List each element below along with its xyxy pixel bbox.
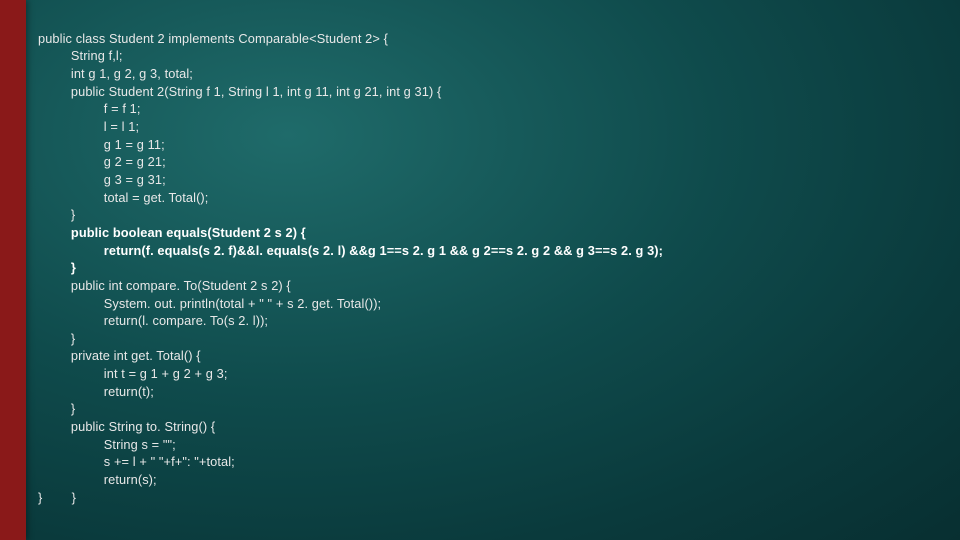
- code-line: public class Student 2 implements Compar…: [38, 31, 388, 46]
- code-line: public String to. String() {: [38, 419, 215, 434]
- code-line: g 3 = g 31;: [38, 172, 166, 187]
- code-line: l = l 1;: [38, 119, 139, 134]
- code-line: return(t);: [38, 384, 154, 399]
- code-line: return(s);: [38, 472, 157, 487]
- code-line: s += l + " "+f+": "+total;: [38, 454, 235, 469]
- code-line: String f,l;: [38, 48, 123, 63]
- code-line: public Student 2(String f 1, String l 1,…: [38, 84, 441, 99]
- code-line: }: [38, 401, 75, 416]
- code-line: int t = g 1 + g 2 + g 3;: [38, 366, 228, 381]
- code-line-bold: public boolean equals(Student 2 s 2) {: [38, 225, 306, 240]
- code-block: public class Student 2 implements Compar…: [38, 12, 940, 524]
- code-line: g 2 = g 21;: [38, 154, 166, 169]
- code-line-bold: }: [38, 260, 76, 275]
- accent-bar: [0, 0, 26, 540]
- code-line: g 1 = g 11;: [38, 137, 165, 152]
- code-line: String s = "";: [38, 437, 176, 452]
- code-line: public int compare. To(Student 2 s 2) {: [38, 278, 291, 293]
- code-line: }: [38, 331, 75, 346]
- code-line: int g 1, g 2, g 3, total;: [38, 66, 193, 81]
- code-line: }: [38, 207, 75, 222]
- code-line: total = get. Total();: [38, 190, 208, 205]
- code-line-bold: return(f. equals(s 2. f)&&l. equals(s 2.…: [38, 243, 663, 258]
- code-line: System. out. println(total + " " + s 2. …: [38, 296, 381, 311]
- code-line: } }: [38, 490, 76, 505]
- slide: public class Student 2 implements Compar…: [0, 0, 960, 540]
- code-line: f = f 1;: [38, 101, 141, 116]
- code-line: return(l. compare. To(s 2. l));: [38, 313, 268, 328]
- code-line: private int get. Total() {: [38, 348, 201, 363]
